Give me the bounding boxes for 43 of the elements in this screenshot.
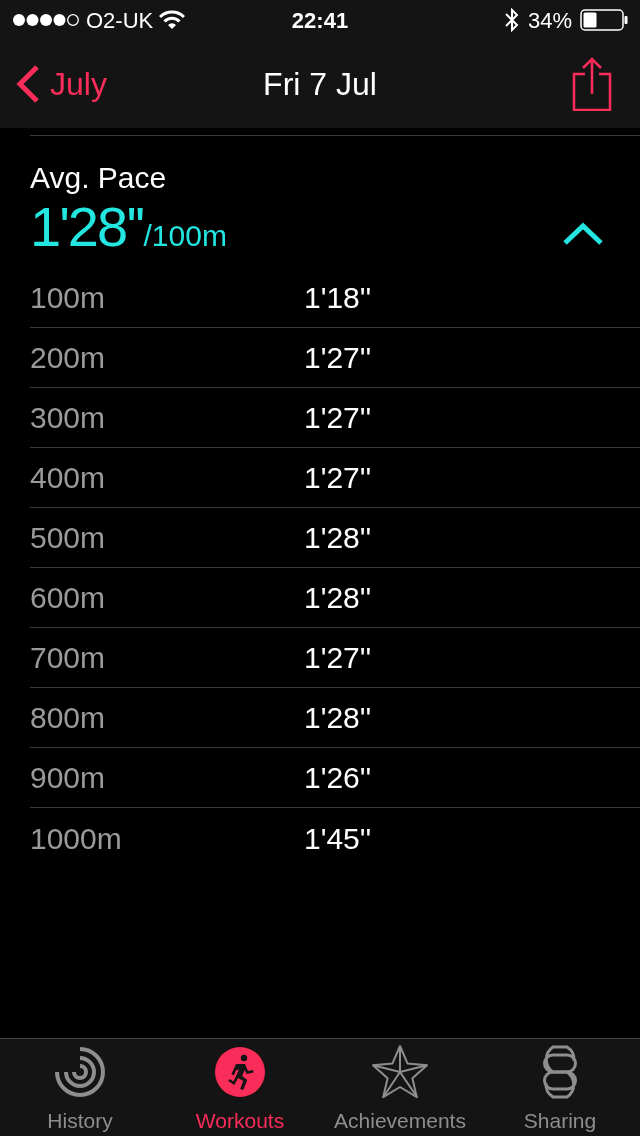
collapse-chevron-icon[interactable] <box>562 222 604 246</box>
split-pace: 1'27'' <box>304 400 372 436</box>
share-icon[interactable] <box>572 57 612 111</box>
split-distance: 400m <box>30 460 107 496</box>
battery-percent: 34% <box>527 6 572 35</box>
avg-pace-label: Avg. Pace <box>30 160 168 196</box>
back-button[interactable]: July <box>16 60 107 108</box>
split-distance: 100m <box>30 280 107 316</box>
split-distance: 900m <box>30 760 107 796</box>
split-distance: 600m <box>30 580 107 616</box>
signal-icon <box>12 13 80 27</box>
clock-time: 22:41 <box>291 6 349 35</box>
split-pace: 1'26'' <box>304 760 372 796</box>
split-pace: 1'27'' <box>304 640 372 676</box>
rings-icon <box>55 1047 105 1097</box>
tab-item[interactable]: Achievements <box>320 1039 480 1136</box>
split-pace: 1'28'' <box>304 520 372 556</box>
running-figure-icon <box>215 1047 265 1097</box>
nav-title: Fri 7 Jul <box>263 65 377 104</box>
split-pace: 1'27'' <box>304 460 372 496</box>
carrier-name: O2-UK <box>86 6 154 35</box>
tab-item[interactable]: Sharing <box>480 1039 640 1136</box>
split-distance: 700m <box>30 640 107 676</box>
tab-item[interactable]: History <box>0 1039 160 1136</box>
chevron-left-icon <box>16 64 40 104</box>
split-pace: 1'28'' <box>304 700 372 736</box>
tab-item[interactable]: Workouts <box>160 1039 320 1136</box>
star-icon <box>371 1044 429 1100</box>
bluetooth-icon <box>503 8 520 32</box>
split-pace: 1'45'' <box>304 820 372 857</box>
avg-pace-unit: /100m <box>143 219 227 254</box>
split-pace: 1'27'' <box>304 340 372 376</box>
split-distance: 200m <box>30 340 107 376</box>
split-distance: 300m <box>30 400 107 436</box>
avg-pace-value: 1'28'' <box>30 196 144 258</box>
split-distance: 500m <box>30 520 107 556</box>
split-pace: 1'28'' <box>304 580 372 616</box>
sharing-rings-icon <box>543 1045 577 1099</box>
battery-icon <box>580 9 628 31</box>
wifi-icon <box>159 10 186 30</box>
split-pace: 1'18'' <box>304 280 372 316</box>
split-distance: 800m <box>30 700 107 736</box>
split-distance: 1000m <box>30 820 123 857</box>
